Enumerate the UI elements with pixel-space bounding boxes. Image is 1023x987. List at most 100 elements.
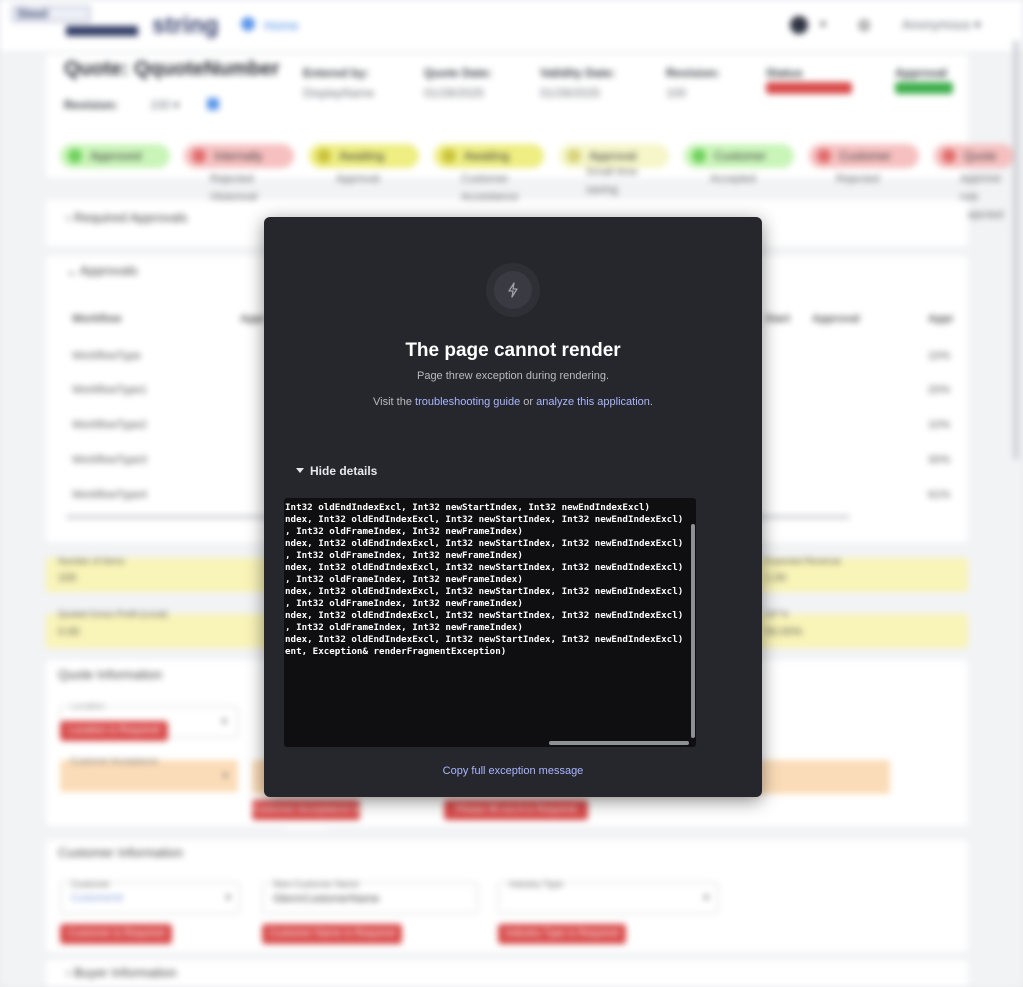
buyer-information-toggle[interactable]: › Buyer Information bbox=[66, 965, 177, 980]
x-icon bbox=[817, 149, 831, 163]
industry-select[interactable]: Industry Type ▾ bbox=[498, 879, 718, 914]
metric-value: 50.00% bbox=[765, 626, 803, 638]
home-icon[interactable] bbox=[241, 17, 255, 31]
column-header[interactable]: Start bbox=[765, 313, 790, 325]
x-icon bbox=[192, 149, 206, 163]
buyer-information-card bbox=[46, 960, 968, 987]
app-logo[interactable]: Steel bbox=[12, 6, 90, 22]
table-cell: 10% bbox=[928, 350, 951, 362]
status-pill[interactable]: Customer bbox=[684, 144, 794, 168]
table-cell: 61% bbox=[928, 489, 951, 501]
check-icon bbox=[68, 149, 82, 163]
warning-icon bbox=[442, 149, 456, 163]
status-pill[interactable]: Awaiting bbox=[434, 144, 544, 168]
status-pill[interactable]: Customer bbox=[809, 144, 919, 168]
chevron-down-icon: ▾ bbox=[221, 716, 227, 728]
customer-select[interactable]: Customer CustomerId ▾ bbox=[60, 879, 240, 914]
copy-exception-button[interactable]: Copy full exception message bbox=[264, 765, 762, 777]
table-row[interactable]: WorkflowType1 bbox=[72, 384, 147, 396]
logo-underline bbox=[66, 26, 138, 36]
status-pill[interactable]: Internally bbox=[184, 144, 294, 168]
chevron-down-icon: ▾ bbox=[222, 770, 228, 782]
status-pill[interactable]: Awaiting bbox=[309, 144, 419, 168]
globe-icon[interactable] bbox=[790, 16, 808, 34]
field-label: New Customer Name bbox=[273, 879, 360, 889]
user-label: Anonymous bbox=[902, 17, 971, 32]
field-value: DisplayName bbox=[303, 86, 375, 100]
field-label: Validity Date: bbox=[540, 66, 616, 80]
column-header[interactable]: Workflow bbox=[72, 313, 121, 325]
field-label: Customer Acceptance bbox=[70, 756, 159, 766]
column-header[interactable]: Approval bbox=[812, 313, 860, 325]
x-icon bbox=[942, 149, 956, 163]
field-value: 100 bbox=[666, 86, 687, 100]
stack-trace-panel[interactable]: Int32 oldEndIndexExcl, Int32 newStartInd… bbox=[284, 498, 696, 747]
revision-label: Revision: bbox=[64, 98, 119, 112]
hide-details-label: Hide details bbox=[310, 464, 378, 478]
status-pill[interactable]: Quote bbox=[934, 144, 1014, 168]
validation-message: Location is Required bbox=[60, 721, 168, 741]
column-header[interactable]: Appr bbox=[928, 313, 954, 325]
analyze-application-link[interactable]: analyze this application bbox=[536, 396, 650, 408]
troubleshooting-guide-link[interactable]: troubleshooting guide bbox=[415, 396, 520, 408]
section-title: Customer Information bbox=[58, 845, 183, 860]
caret-down-icon bbox=[296, 468, 304, 474]
chevron-down-icon: ▾ bbox=[225, 892, 231, 904]
customer-name-input[interactable]: New Customer Name GlennCustomerName bbox=[262, 879, 478, 914]
gear-icon[interactable]: ⚙ bbox=[857, 16, 871, 36]
warning-icon bbox=[317, 149, 331, 163]
table-row[interactable]: WorkflowType bbox=[72, 350, 141, 362]
horizontal-scrollbar[interactable] bbox=[549, 741, 689, 745]
metric-label: Expected Revenue bbox=[765, 556, 842, 566]
hide-details-toggle[interactable]: Hide details bbox=[296, 464, 377, 478]
field-label: Revision: bbox=[666, 66, 721, 80]
field-label: Location bbox=[71, 701, 106, 711]
status-pill[interactable]: Approved bbox=[60, 144, 170, 168]
section-title: Quote Information bbox=[58, 667, 163, 682]
pill-subtext: Small time saving bbox=[586, 166, 638, 196]
pill-subtext: Approval bbox=[336, 173, 380, 185]
stack-trace-text: Int32 oldEndIndexExcl, Int32 newStartInd… bbox=[285, 502, 684, 657]
refresh-icon[interactable] bbox=[207, 98, 219, 110]
pill-label: Customer bbox=[839, 149, 892, 163]
pill-label: Approval bbox=[589, 149, 637, 163]
pill-subtext: Accepted bbox=[710, 173, 756, 185]
pill-label: Internally bbox=[214, 149, 263, 163]
links-suffix: . bbox=[649, 396, 653, 408]
required-approvals-toggle[interactable]: › Required Approvals bbox=[66, 210, 187, 225]
validation-message: Customer is Required bbox=[60, 924, 172, 944]
table-cell: 30% bbox=[928, 454, 951, 466]
validation-message: Customer Name is Required bbox=[262, 924, 402, 944]
check-icon bbox=[692, 149, 706, 163]
pill-subtext: Rejected bbox=[836, 173, 880, 185]
metric-label: GP % bbox=[765, 609, 789, 619]
error-dialog: The page cannot render Page threw except… bbox=[264, 217, 762, 797]
validation-message: Customer Acceptance is Required bbox=[252, 800, 360, 835]
user-menu[interactable]: Anonymous ▾ bbox=[902, 17, 981, 33]
pill-label: Customer bbox=[714, 149, 767, 163]
customer-value: CustomerId bbox=[71, 893, 123, 904]
metric-label: Number of Items bbox=[58, 556, 125, 566]
table-row[interactable]: WorkflowType4 bbox=[72, 489, 147, 501]
vertical-scrollbar[interactable] bbox=[691, 524, 695, 738]
field-label: Customer bbox=[71, 879, 111, 889]
acceptance-select[interactable]: Customer Acceptance ▾ bbox=[60, 756, 238, 792]
approvals-toggle[interactable]: ⌄ Approvals bbox=[66, 263, 138, 279]
validation-message: Industry Type is Required bbox=[498, 924, 626, 944]
metric-value: 0.00 bbox=[58, 626, 80, 638]
dialog-title: The page cannot render bbox=[405, 340, 621, 361]
customer-name-value: GlennCustomerName bbox=[273, 893, 380, 905]
section-title: Approvals bbox=[79, 263, 138, 278]
table-row[interactable]: WorkflowType2 bbox=[72, 419, 147, 431]
revision-value: 100 bbox=[150, 98, 171, 112]
column-header[interactable]: Appr bbox=[240, 313, 266, 325]
bolt-icon bbox=[508, 282, 518, 298]
chevron-down-icon: ▾ bbox=[703, 892, 709, 904]
revision-select[interactable]: 100 ▾ bbox=[150, 98, 179, 112]
page-scrollbar[interactable] bbox=[1013, 40, 1019, 460]
table-row[interactable]: WorkflowType3 bbox=[72, 454, 147, 466]
chevron-down-icon[interactable]: ▾ bbox=[820, 17, 826, 31]
field-label: Industry Type bbox=[509, 879, 563, 889]
home-link[interactable]: Home bbox=[264, 18, 299, 33]
section-title: Required Approvals bbox=[73, 210, 188, 225]
